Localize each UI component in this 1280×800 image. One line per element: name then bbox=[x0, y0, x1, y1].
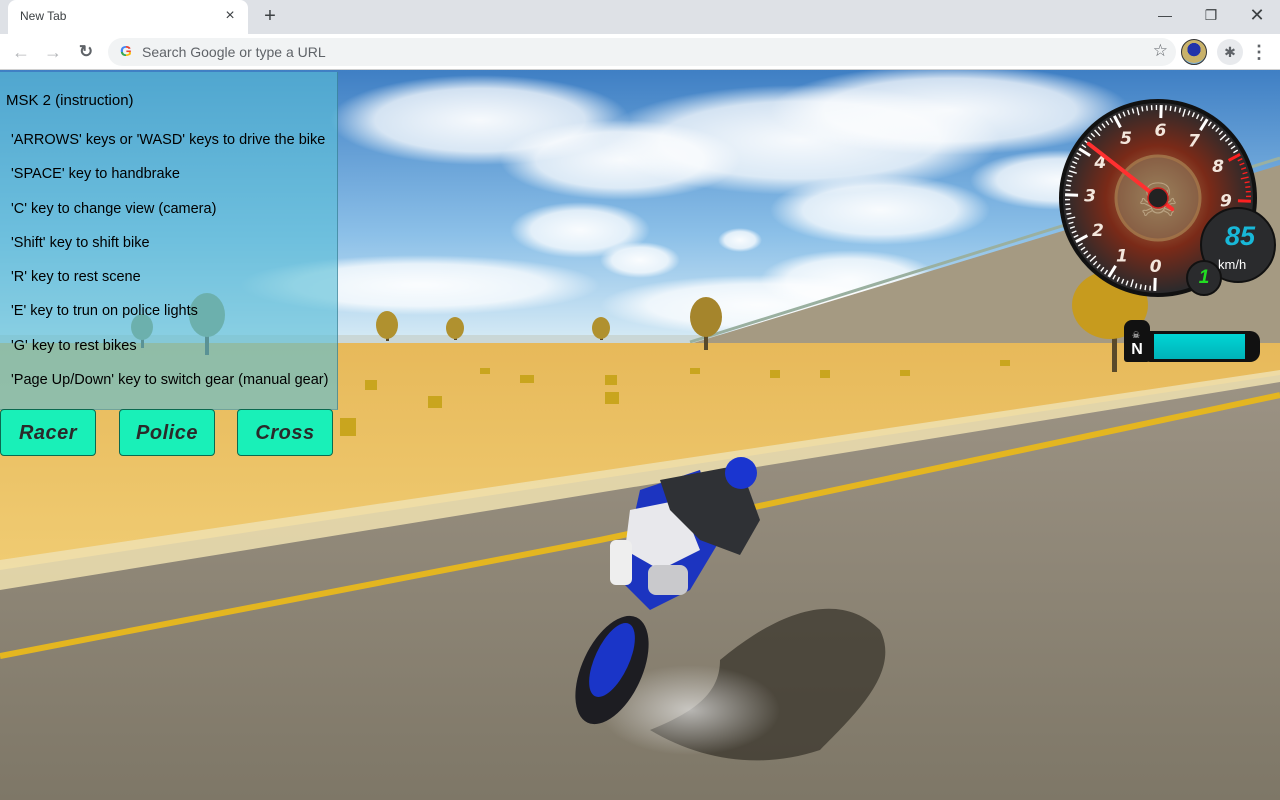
instruction-item: 'E' key to trun on police lights bbox=[11, 303, 198, 319]
maximize-button[interactable]: ❐ bbox=[1188, 0, 1234, 30]
game-canvas[interactable]: MSK 2 (instruction) 'ARROWS' keys or 'WA… bbox=[0, 70, 1280, 800]
new-tab-button[interactable]: + bbox=[258, 4, 282, 28]
speed-unit: km/h bbox=[1218, 257, 1247, 272]
instruction-title: MSK 2 (instruction) bbox=[6, 92, 134, 109]
tacho-tick bbox=[1245, 185, 1251, 188]
profile-avatar[interactable] bbox=[1181, 39, 1207, 65]
nitro-skull-icon: ☠ bbox=[1131, 330, 1141, 340]
tab-strip: New Tab × + — ❐ ✕ bbox=[0, 0, 1280, 34]
tacho-label: 0 bbox=[1150, 257, 1162, 277]
tacho-tick bbox=[1066, 212, 1072, 215]
nitro-label: N bbox=[1131, 341, 1143, 358]
tacho-tick bbox=[1244, 181, 1250, 184]
tacho-label: 8 bbox=[1212, 157, 1224, 177]
instruction-item: 'Shift' key to shift bike bbox=[11, 235, 150, 251]
instruction-item: 'Page Up/Down' key to switch gear (manua… bbox=[11, 372, 329, 388]
tacho-hub bbox=[1147, 187, 1169, 209]
tacho-tick bbox=[1141, 106, 1144, 112]
instruction-item: 'C' key to change view (camera) bbox=[11, 201, 217, 217]
browser-toolbar: ← → ↻ G Search Google or type a URL ☆ ✱ … bbox=[0, 34, 1280, 70]
reload-button[interactable]: ↻ bbox=[74, 40, 98, 64]
close-window-button[interactable]: ✕ bbox=[1234, 0, 1280, 30]
tacho-label: 6 bbox=[1154, 121, 1166, 141]
speed-value: 85 bbox=[1224, 221, 1256, 251]
back-button[interactable]: ← bbox=[9, 40, 33, 64]
minimize-button[interactable]: — bbox=[1142, 0, 1188, 30]
tacho-tick bbox=[1169, 105, 1172, 111]
tacho-tick bbox=[1065, 208, 1071, 211]
tacho-label: 3 bbox=[1084, 187, 1096, 207]
nitro-meter: ☠ N bbox=[1124, 320, 1262, 364]
bookmark-star-icon[interactable]: ☆ bbox=[1153, 41, 1168, 61]
instruction-item: 'SPACE' key to handbrake bbox=[11, 166, 180, 182]
tab-close-icon[interactable]: × bbox=[220, 6, 240, 26]
tacho-tick bbox=[1174, 106, 1177, 112]
tacho-label: 5 bbox=[1120, 129, 1132, 149]
gear-indicator: 1 bbox=[1186, 260, 1222, 296]
extensions-puzzle-icon[interactable]: ✱ bbox=[1217, 39, 1243, 65]
instruction-item: 'R' key to rest scene bbox=[11, 269, 141, 285]
forward-button[interactable]: → bbox=[41, 40, 65, 64]
police-bike-button[interactable]: Police bbox=[119, 409, 215, 456]
tacho-label: 1 bbox=[1116, 247, 1128, 267]
tacho-tick bbox=[1144, 285, 1147, 291]
tacho-tick bbox=[1066, 179, 1072, 182]
tacho-tick bbox=[1145, 105, 1148, 111]
google-icon: G bbox=[118, 44, 134, 60]
cross-bike-button[interactable]: Cross bbox=[237, 409, 333, 456]
tacho-label: 7 bbox=[1188, 131, 1200, 151]
tacho-tick bbox=[1065, 184, 1071, 187]
address-input[interactable]: Search Google or type a URL bbox=[142, 44, 326, 60]
browser-menu-icon[interactable]: ⋮ bbox=[1250, 40, 1268, 64]
nitro-bar-fill bbox=[1154, 334, 1246, 359]
instruction-item: 'ARROWS' keys or 'WASD' keys to drive th… bbox=[11, 132, 326, 148]
nitro-bar-track bbox=[1146, 331, 1260, 362]
address-bar[interactable]: G Search Google or type a URL ☆ bbox=[108, 38, 1176, 66]
tacho-label: 2 bbox=[1092, 221, 1104, 241]
tab-title: New Tab bbox=[20, 9, 67, 23]
nitro-bottle-icon: ☠ N bbox=[1124, 320, 1150, 362]
tab-new-tab[interactable]: New Tab × bbox=[8, 0, 248, 34]
tacho-tick bbox=[1139, 284, 1142, 290]
instruction-item: 'G' key to rest bikes bbox=[11, 338, 137, 354]
instruction-panel: MSK 2 (instruction) 'ARROWS' keys or 'WA… bbox=[0, 72, 338, 410]
racer-bike-button[interactable]: Racer bbox=[0, 409, 96, 456]
